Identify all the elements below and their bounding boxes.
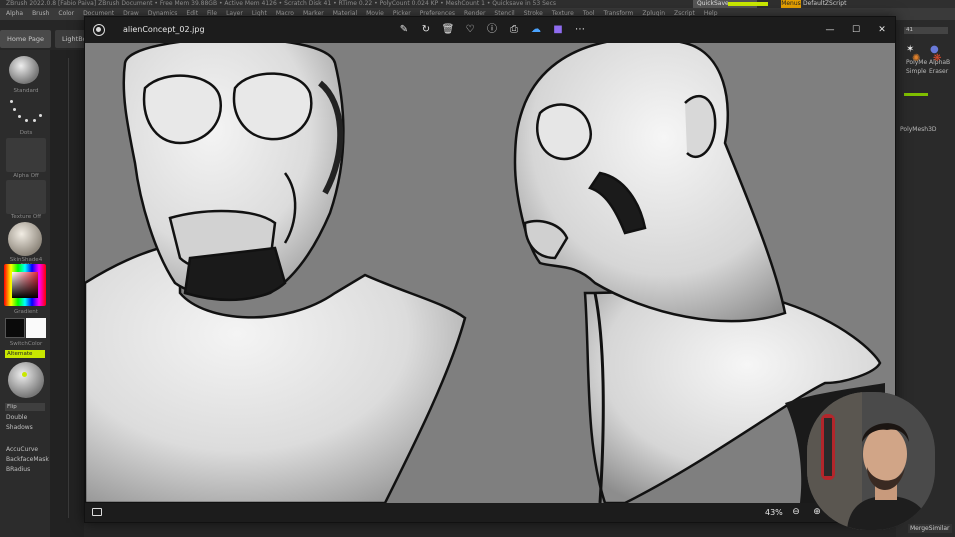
maximize-icon[interactable]: ☐ (847, 21, 865, 39)
texture-label: Texture Off (10, 214, 41, 220)
eraser-label: Eraser (929, 68, 949, 75)
tab-home-page[interactable]: Home Page (0, 30, 51, 48)
viewer-status-bar: 43% ⊖ ⊕ (85, 503, 895, 522)
eraser-brush-icon[interactable]: ❋ (933, 53, 941, 64)
sphere-icon[interactable] (8, 362, 44, 398)
stroke-label: Dots (19, 130, 33, 136)
viewer-title-bar: alienConcept_02.jpg ✎ ↻ 🗑 ♡ ⓘ ⎙ ☁ ■ ⋯ — … (85, 17, 895, 43)
secondary-color-swatch[interactable] (26, 318, 46, 338)
file-name: alienConcept_02.jpg (123, 25, 205, 34)
bradius-button[interactable]: BRadius (6, 466, 30, 473)
edit-icon[interactable]: ✎ (397, 23, 411, 37)
photos-app-icon (93, 24, 105, 36)
shadows-button[interactable]: Shadows (6, 424, 33, 431)
info-icon[interactable]: ⓘ (485, 23, 499, 37)
clipchamp-icon[interactable]: ■ (551, 23, 565, 37)
window-controls: — ☐ ✕ (821, 17, 891, 43)
alternate-button[interactable]: Alternate (5, 350, 45, 358)
switch-color-button[interactable]: SwitchColor (4, 341, 48, 347)
menu-item-color[interactable]: Color (58, 8, 74, 20)
simple-brush-icon[interactable]: ✺ (912, 53, 920, 64)
accucurve-button[interactable]: AccuCurve (6, 446, 38, 453)
screen: ZBrush 2022.0.8 [Fabio Paiva] ZBrush Doc… (0, 0, 955, 537)
material-sphere-icon[interactable] (8, 222, 42, 256)
flip-button[interactable]: Flip (5, 403, 45, 411)
color-picker[interactable] (4, 264, 46, 306)
onedrive-icon[interactable]: ☁ (529, 23, 543, 37)
alien-concept-image (85, 43, 895, 503)
webcam-person (807, 392, 935, 530)
default-zscript-button[interactable]: DefaultZScript (803, 0, 846, 8)
image-viewer-window: alienConcept_02.jpg ✎ ↻ 🗑 ♡ ⓘ ⎙ ☁ ■ ⋯ — … (84, 16, 896, 523)
backface-mask-button[interactable]: BackfaceMask (6, 456, 49, 463)
zoom-out-icon[interactable]: ⊖ (790, 503, 802, 522)
viewer-toolbar: ✎ ↻ 🗑 ♡ ⓘ ⎙ ☁ ■ ⋯ (397, 17, 587, 43)
subtool-label[interactable]: PolyMesh3D (900, 126, 937, 133)
texture-slot[interactable] (6, 180, 46, 214)
left-tabs: Home Page LightBox (0, 30, 98, 50)
left-strip (50, 50, 84, 537)
subtool-indicator (904, 93, 928, 96)
webcam-overlay (807, 392, 935, 530)
zoom-level: 43% (765, 508, 783, 517)
alpha-label: Alpha Off (13, 173, 39, 179)
dots-stroke-icon[interactable] (8, 98, 42, 126)
simple-label: Simple (906, 68, 927, 75)
menu-item-brush[interactable]: Brush (32, 8, 49, 20)
standard-brush-icon[interactable] (9, 56, 39, 84)
brush-label: Standard (13, 88, 39, 94)
gradient-label: Gradient (14, 309, 38, 315)
favorite-icon[interactable]: ♡ (463, 23, 477, 37)
right-slider[interactable]: 41 (904, 27, 948, 34)
filmstrip-icon[interactable] (92, 508, 102, 516)
menu-item-alpha[interactable]: Alpha (6, 8, 23, 20)
alpha-slot[interactable] (6, 138, 46, 172)
primary-color-swatch[interactable] (5, 318, 25, 338)
print-icon[interactable]: ⎙ (507, 23, 521, 37)
delete-icon[interactable]: 🗑 (441, 23, 455, 37)
quicksave-progress (728, 2, 768, 6)
menus-button[interactable]: Menus (781, 0, 801, 8)
close-icon[interactable]: ✕ (873, 21, 891, 39)
rotate-icon[interactable]: ↻ (419, 23, 433, 37)
double-button[interactable]: Double (6, 414, 27, 421)
more-icon[interactable]: ⋯ (573, 23, 587, 37)
minimize-icon[interactable]: — (821, 21, 839, 39)
image-canvas[interactable] (85, 43, 895, 503)
